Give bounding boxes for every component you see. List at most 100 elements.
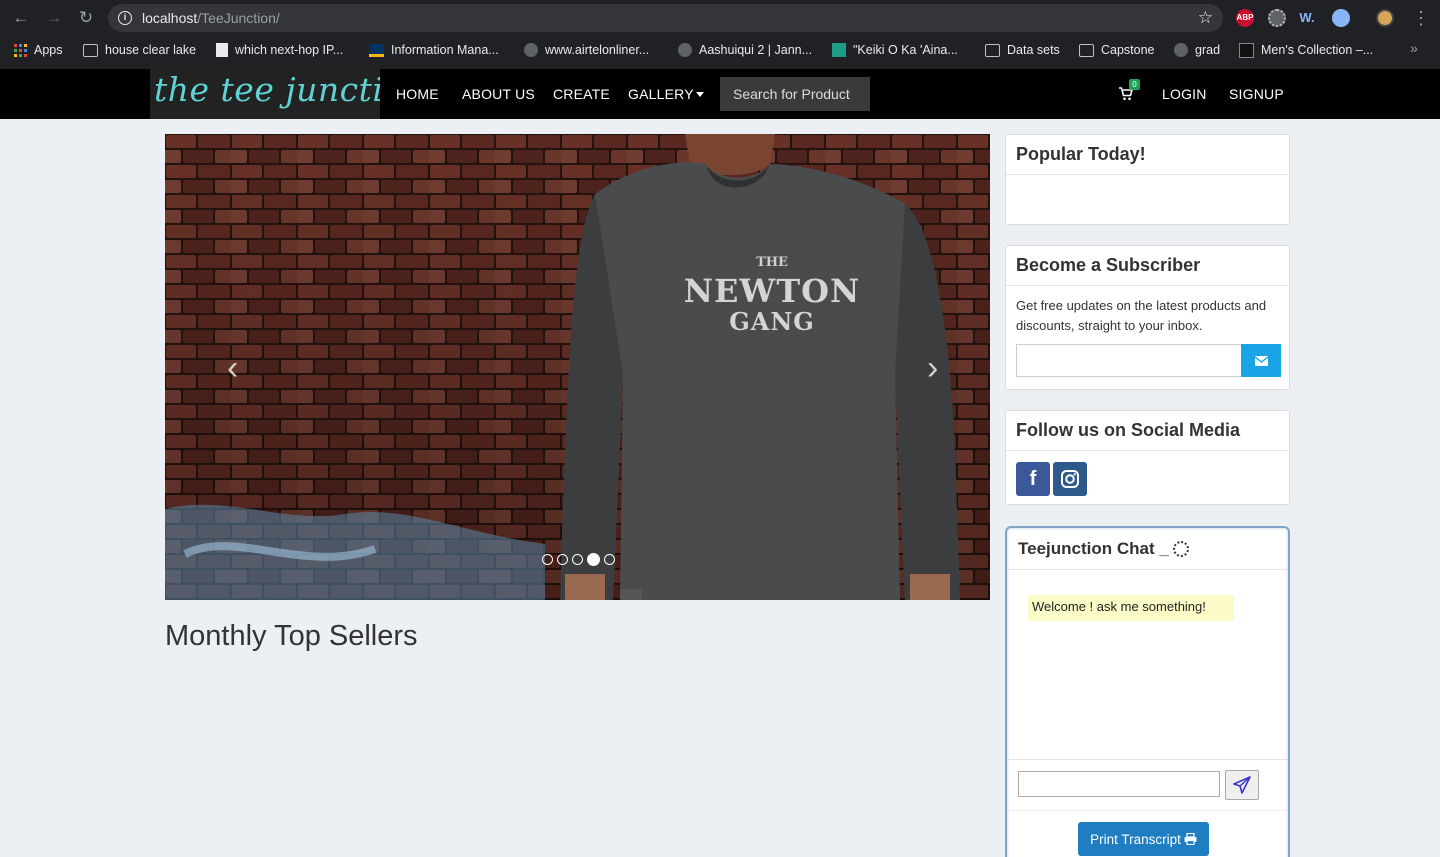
bookmark-aashuiqui[interactable]: Aashuiqui 2 | Jann... — [678, 40, 812, 60]
profile-avatar[interactable] — [1376, 9, 1394, 27]
bookmark-label: house clear lake — [105, 43, 197, 57]
forward-icon[interactable]: → — [43, 7, 65, 29]
folder-icon — [1079, 43, 1094, 57]
url-row: ← → ↻ i localhost/TeeJunction/ ☆ ABP W. … — [0, 0, 1440, 36]
abp-icon[interactable]: ABP — [1236, 9, 1254, 27]
blue-ext-icon[interactable] — [1332, 9, 1350, 27]
bookmark-keiki[interactable]: "Keiki O Ka 'Aina... — [832, 40, 958, 60]
shirt-text-main: NEWTON — [684, 272, 861, 310]
carousel-indicator-active[interactable] — [587, 553, 600, 566]
bookmark-label: Men's Collection –... — [1261, 43, 1374, 57]
bookmarks-overflow-icon[interactable]: » — [1410, 40, 1418, 56]
facebook-icon[interactable]: f — [1016, 462, 1050, 496]
site-info-icon[interactable]: i — [118, 11, 132, 25]
print-transcript-button[interactable]: Print Transcript — [1078, 822, 1209, 856]
bookmark-capstone[interactable]: Capstone — [1079, 40, 1155, 60]
bookmark-label: Data sets — [1007, 43, 1060, 57]
chat-divider — [1007, 759, 1288, 760]
subscriber-title: Become a Subscriber — [1006, 246, 1289, 286]
bookmark-label: Apps — [34, 43, 63, 57]
carousel-indicators — [542, 553, 615, 566]
bookmark-house-clear-lake[interactable]: house clear lake — [83, 40, 196, 60]
bookmark-apps[interactable]: Apps — [14, 40, 63, 60]
logo-text: the tee junction — [154, 70, 380, 109]
site-navbar: the tee junction HOME ABOUT US CREATE GA… — [0, 69, 1440, 119]
nav-gallery[interactable]: GALLERY — [628, 86, 704, 102]
bookmark-label: grad — [1195, 43, 1221, 57]
globe-icon — [524, 43, 538, 57]
cart-count-badge: 0 — [1129, 79, 1140, 90]
chat-title: Teejunction Chat _ — [1018, 538, 1169, 558]
bookmark-data-sets[interactable]: Data sets — [985, 40, 1060, 60]
chat-header: Teejunction Chat _ — [1007, 528, 1288, 570]
bookmark-information-mana[interactable]: Information Mana... — [369, 40, 499, 60]
shirt-print: THE NEWTON GANG — [684, 255, 861, 336]
carousel-indicator[interactable] — [604, 554, 615, 565]
bookmark-label: www.airtelonliner... — [545, 43, 650, 57]
bookmark-star-icon[interactable]: ☆ — [1198, 8, 1213, 28]
bookmark-next-hop[interactable]: which next-hop IP... — [216, 40, 343, 60]
bookmark-label: which next-hop IP... — [235, 43, 344, 57]
nav-signup[interactable]: SIGNUP — [1229, 86, 1284, 102]
popular-today-panel: Popular Today! — [1005, 134, 1290, 225]
chat-divider — [1007, 810, 1288, 811]
folder-icon — [985, 43, 1000, 57]
carousel-indicator[interactable] — [542, 554, 553, 565]
subscribe-button[interactable] — [1241, 344, 1281, 377]
carousel-indicator[interactable] — [572, 554, 583, 565]
chat-welcome-message: Welcome ! ask me something! — [1028, 595, 1234, 621]
print-icon — [1184, 833, 1197, 845]
nav-create[interactable]: CREATE — [553, 86, 610, 102]
chat-send-button[interactable] — [1225, 770, 1259, 800]
nav-gallery-label: GALLERY — [628, 86, 694, 102]
globe-icon — [1174, 43, 1188, 57]
shirt-text-top: THE — [756, 255, 788, 270]
bookmark-mens-collection[interactable]: Men's Collection –... — [1239, 40, 1373, 60]
folder-icon — [83, 43, 98, 57]
site-logo[interactable]: the tee junction — [150, 69, 380, 119]
globe-icon — [678, 43, 692, 57]
shirt-text-sub: GANG — [729, 307, 815, 336]
apps-grid-icon — [14, 43, 27, 57]
subscriber-text: Get free updates on the latest products … — [1016, 298, 1267, 333]
carousel-next-icon[interactable]: › — [927, 351, 938, 385]
address-bar[interactable]: i localhost/TeeJunction/ ☆ — [108, 4, 1223, 32]
cal-icon — [369, 43, 384, 57]
bookmark-label: Aashuiqui 2 | Jann... — [699, 43, 813, 57]
nav-home[interactable]: HOME — [396, 86, 439, 102]
bookmark-label: Information Mana... — [391, 43, 499, 57]
subscriber-panel: Become a Subscriber Get free updates on … — [1005, 245, 1290, 390]
subscriber-email-input[interactable] — [1016, 344, 1242, 377]
reload-icon[interactable]: ↻ — [75, 7, 97, 29]
nav-about-us[interactable]: ABOUT US — [462, 86, 535, 102]
settings-ext-icon[interactable] — [1268, 9, 1286, 27]
browser-chrome: ← → ↻ i localhost/TeeJunction/ ☆ ABP W. … — [0, 0, 1440, 69]
carousel-slide-image — [165, 134, 990, 600]
url-host: localhost — [142, 10, 198, 26]
caret-down-icon — [695, 92, 704, 97]
back-icon[interactable]: ← — [10, 7, 32, 29]
bookmark-airtel[interactable]: www.airtelonliner... — [524, 40, 649, 60]
carousel-indicator[interactable] — [557, 554, 568, 565]
bookmarks-bar: Apps house clear lake which next-hop IP.… — [0, 38, 1440, 62]
chat-message-input[interactable] — [1018, 771, 1220, 797]
envelope-icon — [1254, 355, 1268, 366]
product-search-input[interactable] — [720, 77, 870, 111]
carousel-prev-icon[interactable]: ‹ — [227, 351, 238, 385]
bookmark-label: Capstone — [1101, 43, 1155, 57]
print-transcript-label: Print Transcript — [1090, 831, 1181, 847]
bookmark-label: "Keiki O Ka 'Aina... — [853, 43, 958, 57]
page-icon — [216, 43, 228, 57]
instagram-icon[interactable] — [1053, 462, 1087, 496]
url-path: /TeeJunction/ — [197, 10, 280, 26]
loading-spinner-icon — [1172, 540, 1189, 557]
hero-carousel[interactable]: THE NEWTON GANG ‹ › — [165, 134, 990, 600]
send-plane-icon — [1233, 776, 1251, 794]
w-ext-icon[interactable]: W. — [1298, 9, 1316, 27]
url-text[interactable]: localhost/TeeJunction/ — [142, 10, 280, 26]
nav-login[interactable]: LOGIN — [1162, 86, 1207, 102]
keiki-icon — [832, 43, 846, 57]
popular-today-title: Popular Today! — [1006, 135, 1289, 175]
bookmark-grad[interactable]: grad — [1174, 40, 1220, 60]
browser-menu-icon[interactable]: ⋮ — [1412, 6, 1430, 30]
